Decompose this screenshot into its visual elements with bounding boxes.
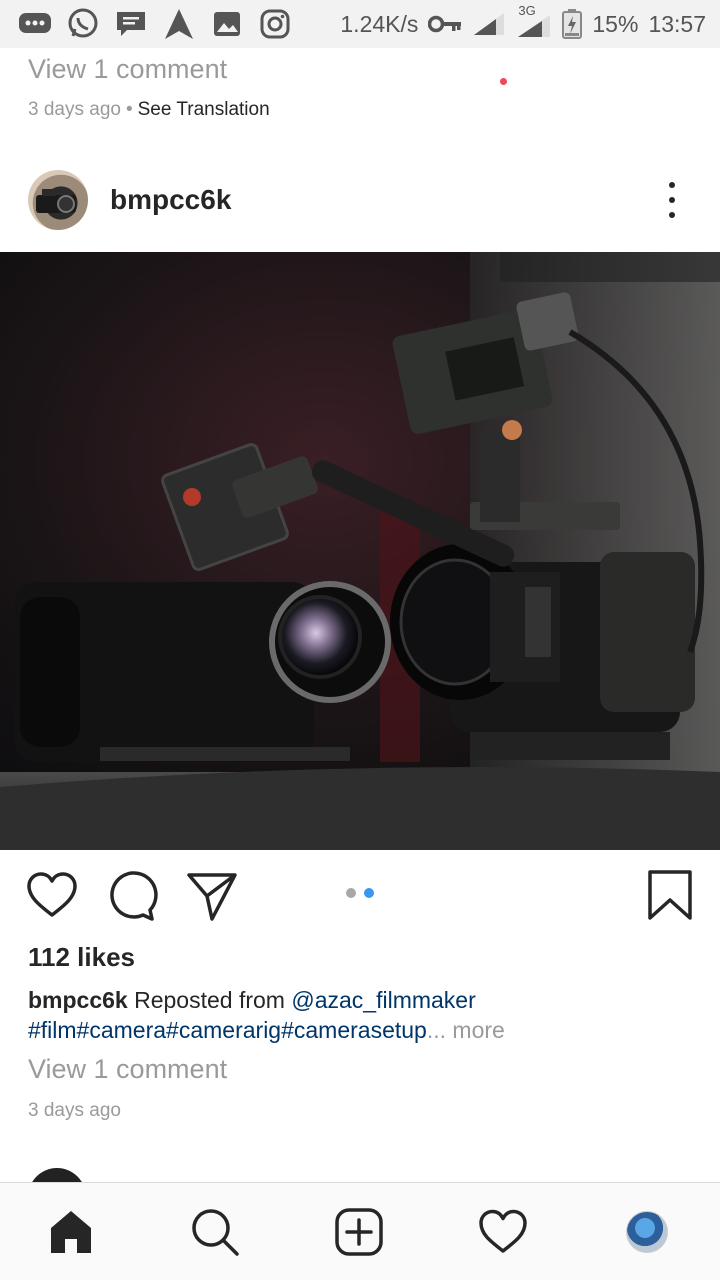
activity-icon[interactable]: [478, 1207, 528, 1257]
carousel-indicator: [346, 888, 374, 898]
comment-icon[interactable]: [106, 870, 158, 922]
messages-icon: [18, 7, 52, 41]
instagram-icon: [258, 7, 292, 41]
post-caption: bmpcc6k Reposted from @azac_filmmaker: [28, 984, 698, 1016]
post-header: bmpcc6k: [0, 160, 720, 240]
status-bar: 1.24K/s 3G 15% 13:57: [0, 0, 720, 48]
clock: 13:57: [648, 10, 706, 37]
see-translation-link[interactable]: See Translation: [138, 99, 270, 121]
post-time: 3 days ago: [28, 1100, 121, 1121]
caption-mention-link[interactable]: @azac_filmmaker: [291, 987, 475, 1013]
caption-username[interactable]: bmpcc6k: [28, 987, 128, 1013]
post-time: 3 days ago: [28, 99, 121, 120]
caption-hashtags-line: #film#camera#camerarig#camerasetup... mo…: [28, 1014, 505, 1046]
whatsapp-icon: [66, 7, 100, 41]
carousel-dot-active: [364, 888, 374, 898]
separator-dot: •: [125, 99, 133, 120]
avatar[interactable]: [28, 170, 88, 230]
battery-icon: [562, 9, 583, 39]
profile-avatar: [626, 1211, 668, 1253]
post-actions: [0, 860, 720, 930]
previous-post-meta: 3 days ago • See Translation: [28, 99, 270, 121]
navigation-icon: [162, 7, 196, 41]
like-icon[interactable]: [26, 870, 78, 922]
view-comments-link[interactable]: View 1 comment: [28, 1054, 227, 1085]
carousel-dot: [346, 888, 356, 898]
network-speed: 1.24K/s: [340, 10, 419, 37]
signal-3g-icon: 3G: [516, 3, 552, 39]
home-icon[interactable]: [46, 1207, 96, 1257]
caption-more-link[interactable]: ... more: [427, 1017, 505, 1043]
post-username[interactable]: bmpcc6k: [110, 184, 231, 216]
caption-text: Reposted from: [134, 987, 285, 1013]
battery-percent: 15%: [592, 10, 639, 37]
chat-icon: [114, 7, 148, 41]
view-comments-link[interactable]: View 1 comment: [28, 54, 227, 85]
signal-icon: [472, 11, 506, 37]
share-icon[interactable]: [186, 870, 238, 922]
search-icon[interactable]: [190, 1207, 240, 1257]
more-options-icon[interactable]: [660, 182, 684, 218]
new-post-icon[interactable]: [334, 1207, 384, 1257]
save-bookmark-icon[interactable]: [644, 870, 696, 922]
bottom-navigation: [0, 1182, 720, 1280]
gallery-icon: [210, 7, 244, 41]
activity-badge: [500, 78, 507, 85]
profile-icon[interactable]: [622, 1207, 672, 1257]
likes-count[interactable]: 112 likes: [28, 942, 135, 973]
post-photo[interactable]: [0, 252, 720, 850]
vpn-key-icon: [428, 14, 462, 34]
caption-hashtags[interactable]: #film#camera#camerarig#camerasetup: [28, 1017, 427, 1043]
